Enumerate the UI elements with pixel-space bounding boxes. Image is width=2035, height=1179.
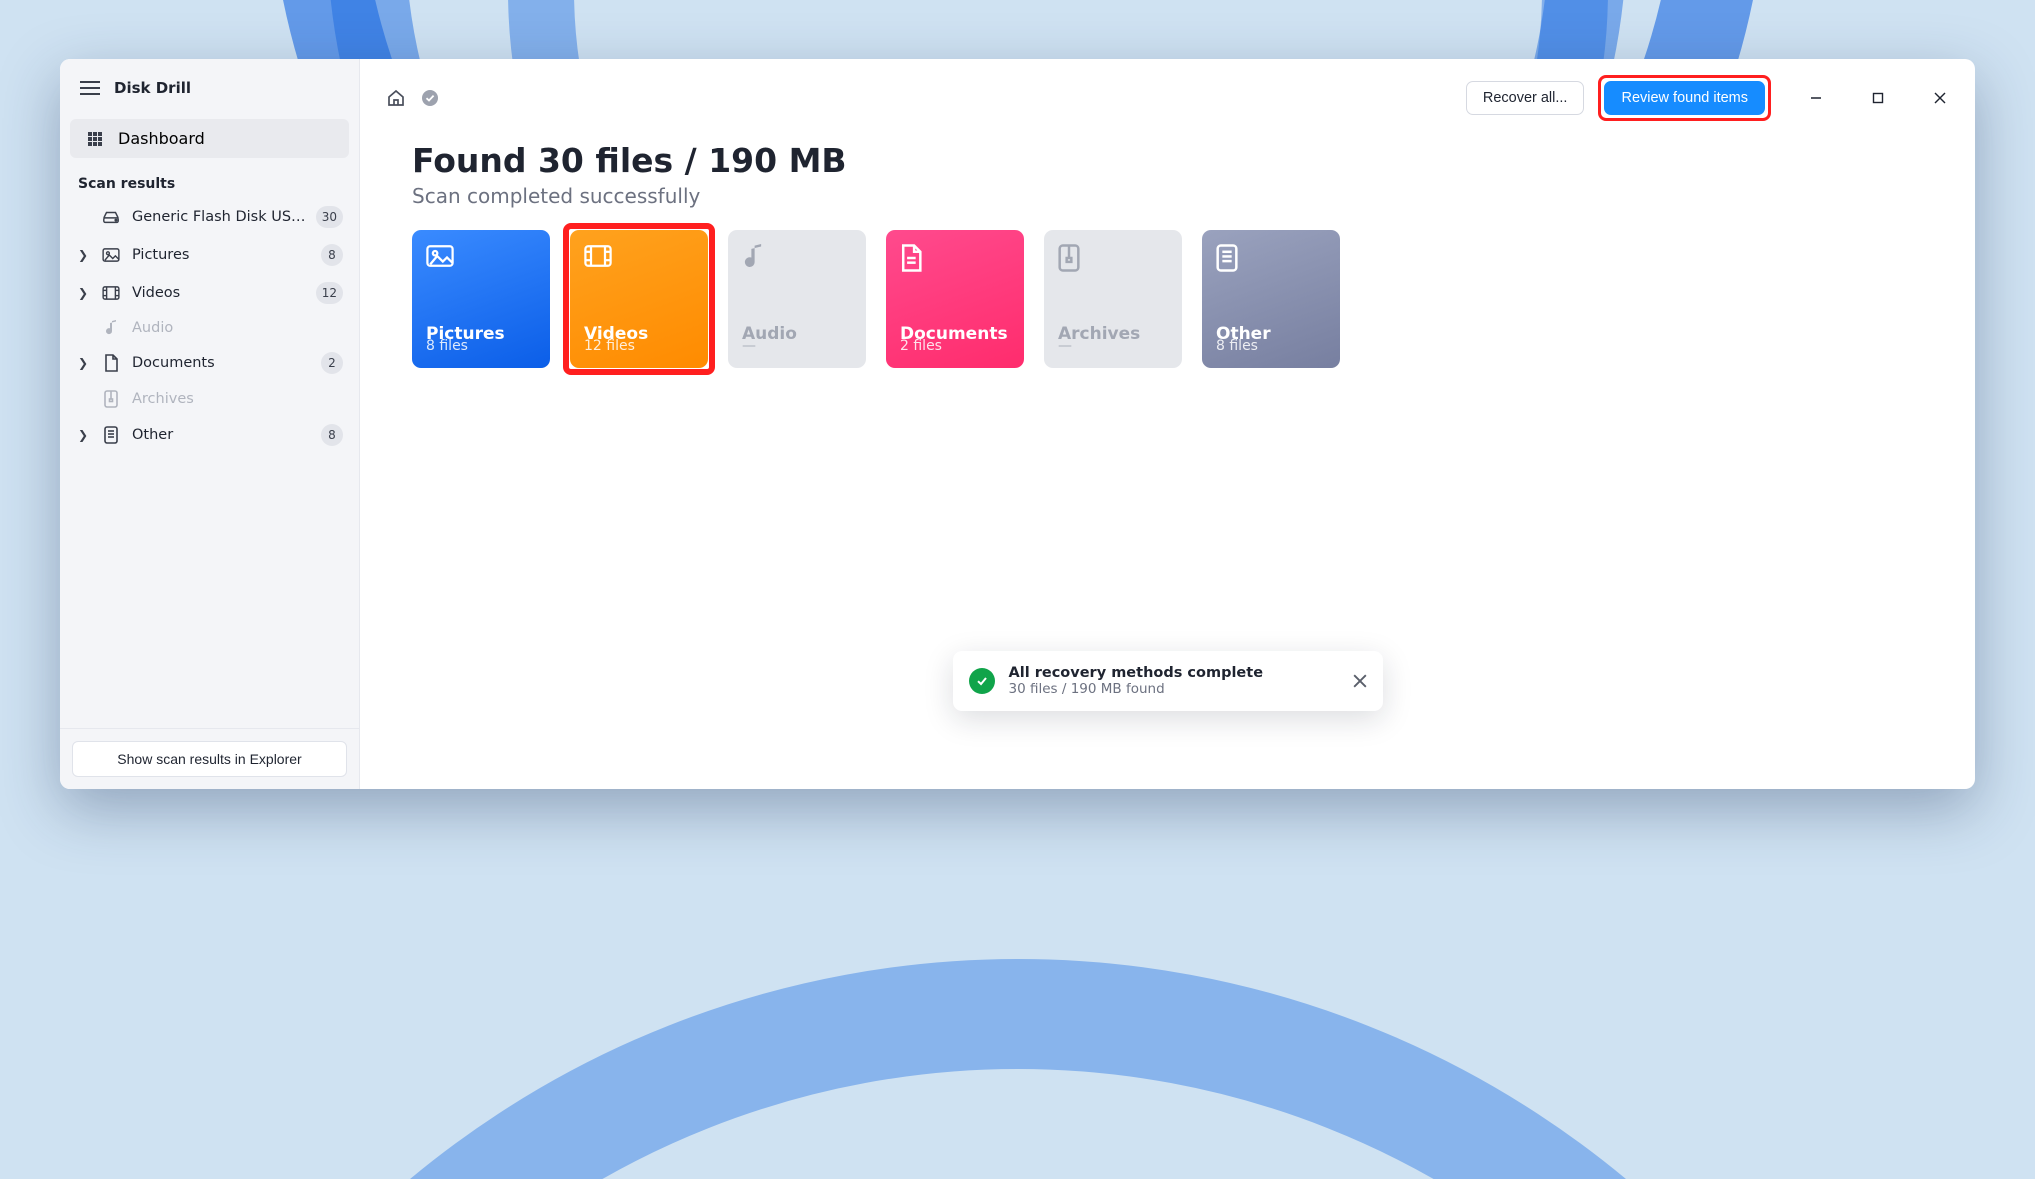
film-icon [584,244,610,270]
archive-icon [1058,244,1084,270]
chevron-right-icon: ❯ [76,428,90,442]
document-icon [100,354,122,372]
sidebar-item-label: Documents [132,355,311,371]
check-circle-icon [969,668,995,694]
file-icon [100,426,122,444]
page-title: Found 30 files / 190 MB [412,141,1923,180]
sidebar-item-label: Audio [132,320,343,336]
sidebar-item-label: Videos [132,285,306,301]
window-close-button[interactable] [1923,86,1957,110]
main-area: Recover all... Review found items Found … [360,59,1975,789]
document-icon [900,244,926,270]
tile-archives[interactable]: Archives — [1044,230,1182,368]
window-minimize-button[interactable] [1799,86,1833,110]
count-badge: 12 [316,282,343,304]
film-icon [100,286,122,300]
sidebar-item-label: Pictures [132,247,311,263]
home-icon[interactable] [386,88,406,108]
tile-pictures[interactable]: Pictures 8 files [412,230,550,368]
check-badge-icon[interactable] [420,88,440,108]
toast-subtitle: 30 files / 190 MB found [1009,681,1339,697]
sidebar-item-label: Generic Flash Disk USB D... [132,209,306,225]
chevron-right-icon: ❯ [76,356,90,370]
sidebar-header: Disk Drill [60,59,359,113]
music-note-icon [100,320,122,336]
tile-count: 8 files [1216,338,1326,354]
sidebar-item-audio[interactable]: Audio [70,312,349,344]
sidebar-item-label: Archives [132,391,343,407]
sidebar-list: Dashboard Scan results Generic Flash Dis… [60,113,359,728]
toast-notification: All recovery methods complete 30 files /… [953,651,1383,711]
tile-other[interactable]: Other 8 files [1202,230,1340,368]
tile-count: — [742,338,852,354]
sidebar-section-heading: Scan results [70,166,349,198]
tile-count: 8 files [426,338,536,354]
sidebar-item-disk[interactable]: Generic Flash Disk USB D... 30 [70,198,349,236]
count-badge: 2 [321,352,343,374]
tile-videos[interactable]: Videos 12 files [570,230,708,368]
count-badge: 8 [321,244,343,266]
file-icon [1216,244,1242,270]
sidebar-item-archives[interactable]: Archives [70,382,349,416]
sidebar-item-dashboard[interactable]: Dashboard [70,119,349,158]
count-badge: 30 [316,206,343,228]
picture-icon [100,248,122,262]
app-title: Disk Drill [114,79,191,97]
count-badge: 8 [321,424,343,446]
toast-title: All recovery methods complete [1009,665,1339,681]
menu-icon[interactable] [80,81,100,95]
sidebar-footer: Show scan results in Explorer [60,728,359,789]
grid-icon [84,131,106,147]
page-subtitle: Scan completed successfully [412,184,1923,208]
top-bar: Recover all... Review found items [360,59,1975,131]
sidebar-item-videos[interactable]: ❯ Videos 12 [70,274,349,312]
app-window: Disk Drill Dashboard Scan results Generi… [60,59,1975,789]
sidebar-item-other[interactable]: ❯ Other 8 [70,416,349,454]
show-in-explorer-button[interactable]: Show scan results in Explorer [72,741,347,777]
tile-documents[interactable]: Documents 2 files [886,230,1024,368]
recover-all-button[interactable]: Recover all... [1466,81,1585,115]
sidebar-item-label: Other [132,427,311,443]
window-maximize-button[interactable] [1861,86,1895,110]
music-note-icon [742,244,768,270]
sidebar-item-pictures[interactable]: ❯ Pictures 8 [70,236,349,274]
highlight-review: Review found items [1598,75,1771,121]
tile-grid: Pictures 8 files Videos 12 files [412,230,1923,368]
picture-icon [426,244,452,270]
chevron-right-icon: ❯ [76,286,90,300]
close-icon[interactable] [1353,674,1367,688]
archive-icon [100,390,122,408]
tile-count: 12 files [584,338,694,354]
tile-count: 2 files [900,338,1010,354]
review-found-items-button[interactable]: Review found items [1604,81,1765,115]
sidebar-item-label: Dashboard [118,129,205,148]
tile-count: — [1058,338,1168,354]
sidebar: Disk Drill Dashboard Scan results Generi… [60,59,360,789]
tile-audio[interactable]: Audio — [728,230,866,368]
content: Found 30 files / 190 MB Scan completed s… [360,131,1975,368]
disk-icon [100,210,122,224]
chevron-right-icon: ❯ [76,248,90,262]
sidebar-item-documents[interactable]: ❯ Documents 2 [70,344,349,382]
